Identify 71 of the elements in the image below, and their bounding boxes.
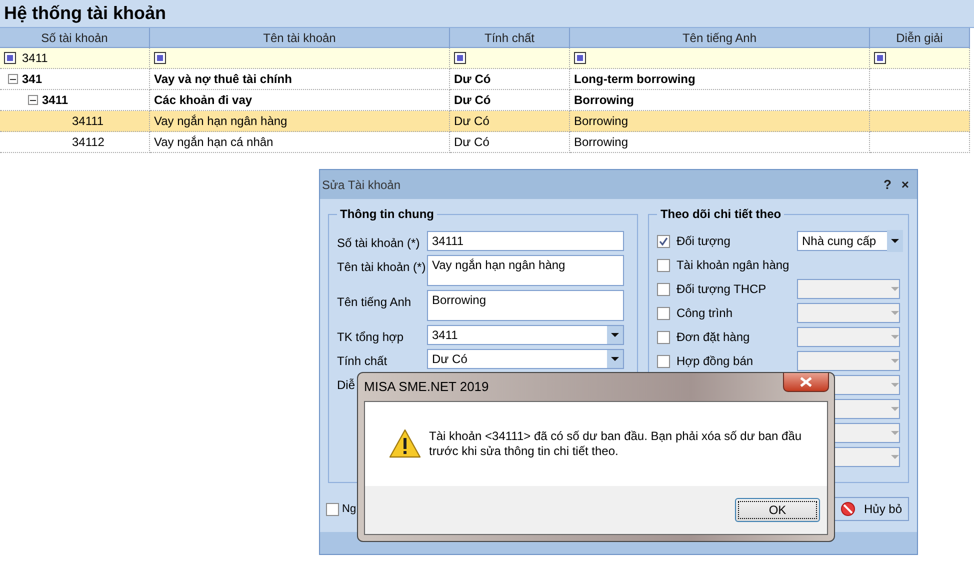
dialog-title: Sửa Tài khoản: [322, 178, 402, 192]
filter-value: 3411: [22, 51, 48, 65]
dropdown-field[interactable]: Nhà cung cấp: [797, 231, 900, 251]
filter-icon[interactable]: [154, 52, 166, 64]
collapse-icon[interactable]: [8, 74, 18, 84]
help-button[interactable]: ?: [883, 177, 892, 192]
dropdown-field[interactable]: Dư Có: [427, 349, 624, 369]
table-cell: Borrowing: [570, 90, 870, 111]
checkbox-label: Ng: [342, 503, 356, 515]
table-cell: Dư Có: [450, 90, 570, 111]
input-field[interactable]: Borrowing: [427, 290, 624, 321]
account-number: 34112: [72, 135, 104, 149]
table-cell: Vay ngắn hạn ngân hàng: [150, 111, 450, 132]
field-label: Tên tiếng Anh: [337, 295, 412, 309]
checkbox-label: Hợp đồng bán: [676, 354, 754, 368]
message-box-title: MISA SME.NET 2019: [364, 378, 489, 394]
cancel-button[interactable]: Hủy bỏ: [833, 497, 909, 521]
input-field[interactable]: 34111: [427, 231, 624, 251]
filter-icon[interactable]: [454, 52, 466, 64]
filter-cell[interactable]: [150, 48, 450, 69]
field-label: Diễ: [337, 378, 356, 392]
table-cell: Vay ngắn hạn cá nhân: [150, 132, 450, 153]
table-cell: Dư Có: [450, 69, 570, 90]
column-header[interactable]: Tính chất: [450, 28, 570, 48]
field-label: Tính chất: [337, 354, 388, 368]
cancel-icon: [840, 501, 856, 517]
filter-icon[interactable]: [4, 52, 16, 64]
filter-cell[interactable]: [870, 48, 970, 69]
checkbox-label: Công trình: [676, 306, 734, 320]
message-text: Tài khoản <34111> đã có số dư ban đầu. Bạn phải xóa số dư ban đầu trước khi sửa thông tin chi tiết theo.: [429, 429, 803, 460]
field-label: Tên tài khoản (*): [337, 260, 426, 274]
column-header[interactable]: Số tài khoản: [0, 28, 150, 48]
table-cell: Vay và nợ thuê tài chính: [150, 69, 450, 90]
input-field[interactable]: Vay ngắn hạn ngân hàng: [427, 255, 624, 286]
filter-icon[interactable]: [574, 52, 586, 64]
account-number: 3411: [42, 93, 68, 107]
filter-icon[interactable]: [874, 52, 886, 64]
table-cell: Borrowing: [570, 111, 870, 132]
close-button[interactable]: [783, 373, 829, 392]
collapse-icon[interactable]: [28, 95, 38, 105]
check-icon: [659, 236, 668, 246]
checkbox[interactable]: [657, 258, 670, 272]
field-label: TK tổng hợp: [337, 330, 404, 344]
filter-cell[interactable]: [450, 48, 570, 69]
account-number: 34111: [72, 114, 104, 128]
checkbox-label: Đối tượng: [676, 234, 732, 248]
table-cell: Các khoản đi vay: [150, 90, 450, 111]
column-header[interactable]: Tên tiếng Anh: [570, 28, 870, 48]
filter-cell[interactable]: [570, 48, 870, 69]
table-cell: Borrowing: [570, 132, 870, 153]
column-header[interactable]: Diễn giải: [870, 28, 970, 48]
dropdown-field[interactable]: 3411: [427, 325, 624, 345]
close-icon: [800, 377, 812, 387]
table-cell: Dư Có: [450, 132, 570, 153]
field-label: Số tài khoản (*): [337, 236, 420, 250]
group-title: Theo dõi chi tiết theo: [659, 207, 782, 221]
table-cell: Dư Có: [450, 111, 570, 132]
column-header[interactable]: Tên tài khoản: [150, 28, 450, 48]
checkbox[interactable]: [326, 502, 339, 516]
warning-icon: [389, 429, 421, 459]
ok-button[interactable]: OK: [735, 498, 820, 522]
checkbox-label: Đơn đặt hàng: [676, 330, 751, 344]
filter-cell[interactable]: 3411: [0, 48, 150, 69]
checkbox-label: Đối tượng THCP: [676, 282, 768, 296]
table-cell: Long-term borrowing: [570, 69, 870, 90]
account-number: 341: [22, 72, 42, 86]
group-title: Thông tin chung: [339, 207, 435, 221]
checkbox-label: Tài khoản ngân hàng: [676, 258, 790, 272]
checkbox[interactable]: [657, 234, 670, 248]
close-button[interactable]: ×: [901, 177, 909, 192]
page-title: Hệ thống tài khoản: [4, 3, 166, 24]
